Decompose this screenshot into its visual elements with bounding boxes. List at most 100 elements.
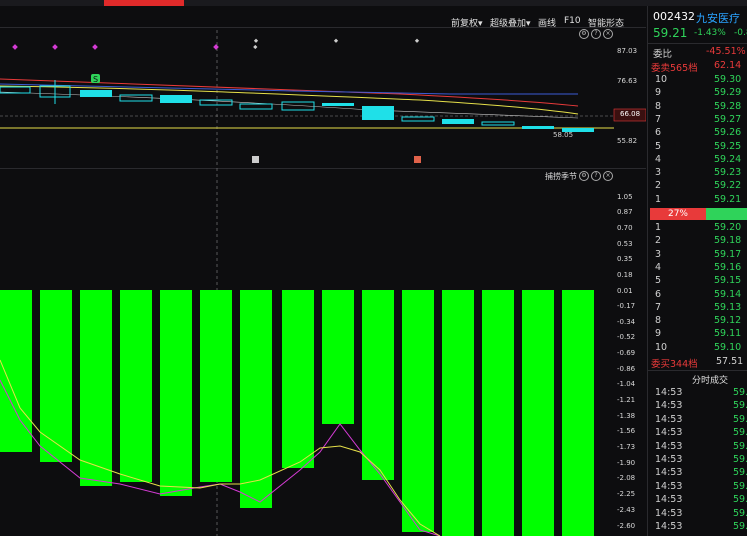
- buy-level-row[interactable]: 2 59.18: [648, 235, 747, 248]
- indicator-axis-label: 0.53: [617, 240, 633, 248]
- buy-level-row[interactable]: 8 59.12: [648, 315, 747, 328]
- buy-level-row[interactable]: 3 59.17: [648, 249, 747, 262]
- sell-level-row[interactable]: 4 59.24: [648, 154, 747, 167]
- indicator-axis-label: -2.60: [617, 522, 636, 530]
- tick-row: 14:53 59.: [655, 387, 747, 398]
- price-axis-label: 55.82: [617, 137, 638, 145]
- indicator-axis-label: -0.86: [617, 365, 636, 373]
- indicator-bar: [160, 290, 192, 496]
- buy-level-row[interactable]: 7 59.13: [648, 302, 747, 315]
- sell-total-row: 委卖565档 62.14: [651, 60, 742, 74]
- candle: [239, 103, 273, 110]
- indicator-axis-label: -1.04: [617, 380, 636, 388]
- sell-level-row[interactable]: 6 59.26: [648, 127, 747, 140]
- tick-row: 14:53 59.: [655, 521, 747, 532]
- tick-row: 14:53 59.: [655, 427, 747, 439]
- indicator-bar: [240, 290, 272, 508]
- indicator-axis-label: 1.05: [617, 193, 633, 201]
- indicator-axis-label: -2.08: [617, 474, 636, 482]
- indicator-bar: [282, 290, 314, 468]
- divider: [648, 370, 747, 371]
- indicator-bar: [200, 290, 232, 482]
- price-axis-label: 76.63: [617, 77, 638, 85]
- indicator-bar: [362, 290, 394, 480]
- stock-change-abs: -0.8: [734, 28, 747, 38]
- sell-level-row[interactable]: 8 59.28: [648, 101, 747, 114]
- indicator-axis-label: -2.43: [617, 506, 636, 514]
- indicator-axis-label: -1.73: [617, 443, 636, 451]
- current-price-tag: 66.08: [620, 110, 641, 118]
- buy-level-row[interactable]: 4 59.16: [648, 262, 747, 275]
- buy-level-row[interactable]: 5 59.15: [648, 275, 747, 288]
- buy-level-row[interactable]: 10 59.10: [648, 342, 747, 355]
- indicator-bar: [402, 290, 434, 532]
- stock-name[interactable]: 九安医疗: [696, 10, 740, 26]
- price-axis-label: 87.03: [617, 47, 638, 55]
- tick-row: 14:53 59.: [655, 480, 747, 492]
- indicator-axis-label: 0.70: [617, 224, 633, 232]
- indicator-axis-label: -0.34: [617, 318, 636, 326]
- signal-marker: [333, 38, 339, 43]
- divider: [648, 43, 747, 44]
- sell-level-row[interactable]: 5 59.25: [648, 141, 747, 154]
- buy-level-row[interactable]: 1 59.20: [648, 222, 747, 235]
- indicator-name[interactable]: 捕捞季节: [545, 171, 577, 182]
- kline-chart[interactable]: S: [0, 0, 646, 536]
- signal-marker: [253, 44, 258, 50]
- weibi-row: 委比 -45.51%: [653, 46, 746, 60]
- sell-level-row[interactable]: 1 59.21: [648, 194, 747, 207]
- signal-marker: [253, 38, 259, 43]
- ticks-title[interactable]: 分时成交: [692, 373, 728, 386]
- indicator-axis-label: -1.90: [617, 459, 636, 467]
- tick-row: 14:53 59.: [655, 413, 747, 425]
- sell-level-row[interactable]: 3 59.23: [648, 167, 747, 180]
- candle: [522, 126, 554, 129]
- tick-row: 14:53 59.: [655, 454, 747, 465]
- indicator-axis-label: -1.21: [617, 396, 636, 404]
- quote-panel: 002432 九安医疗 59.21 -1.43% -0.8 委比 -45.51%…: [647, 6, 747, 536]
- signal-markers: [12, 38, 420, 50]
- tick-row: 14:53 59.: [655, 400, 747, 412]
- tick-row: 14:53 59.: [655, 440, 747, 452]
- indicator-axis-label: 0.35: [617, 255, 633, 263]
- indicator-axis-label: -0.52: [617, 333, 636, 341]
- tick-row: 14:53 59.: [655, 494, 747, 506]
- sell-level-row[interactable]: 2 59.22: [648, 180, 747, 193]
- indicator-bar: [322, 290, 354, 424]
- tick-row: 14:53 59.: [655, 467, 747, 479]
- stock-code: 002432: [653, 10, 695, 23]
- low-label: 58.05: [553, 131, 574, 139]
- signal-marker: [52, 44, 58, 50]
- event-icon: [252, 156, 259, 163]
- sell-level-row[interactable]: 9 59.29: [648, 87, 747, 100]
- indicator-bar: [562, 290, 594, 536]
- signal-marker: [12, 44, 18, 50]
- indicator-bar: [80, 290, 112, 486]
- candle: [362, 106, 394, 120]
- candle: [442, 119, 474, 124]
- buy-sell-ratio-right: [706, 208, 747, 220]
- s-signal-text: S: [93, 75, 98, 84]
- indicator-bar: [40, 290, 72, 462]
- help-icon[interactable]: ?: [591, 171, 601, 181]
- buy-level-row[interactable]: 6 59.14: [648, 289, 747, 302]
- candle: [322, 103, 354, 106]
- indicator-bars: [0, 290, 594, 536]
- indicator-axis-label: -0.17: [617, 302, 636, 310]
- candle: [80, 90, 112, 97]
- indicator-bar: [522, 290, 554, 536]
- signal-marker: [414, 38, 420, 43]
- indicator-axis-label: -0.69: [617, 349, 636, 357]
- sell-level-row[interactable]: 10 59.30: [648, 74, 747, 87]
- tick-row: 14:53 59.: [655, 507, 747, 519]
- event-icon: [414, 156, 421, 163]
- candle: [160, 95, 192, 103]
- buy-level-row[interactable]: 9 59.11: [648, 328, 747, 341]
- signal-marker: [213, 44, 219, 50]
- indicator-axis-label: -1.56: [617, 427, 636, 435]
- indicator-bar: [482, 290, 514, 536]
- sell-level-row[interactable]: 7 59.27: [648, 114, 747, 127]
- indicator-bar: [120, 290, 152, 482]
- settings-icon[interactable]: ⚙: [579, 171, 589, 181]
- close-icon[interactable]: ×: [603, 171, 613, 181]
